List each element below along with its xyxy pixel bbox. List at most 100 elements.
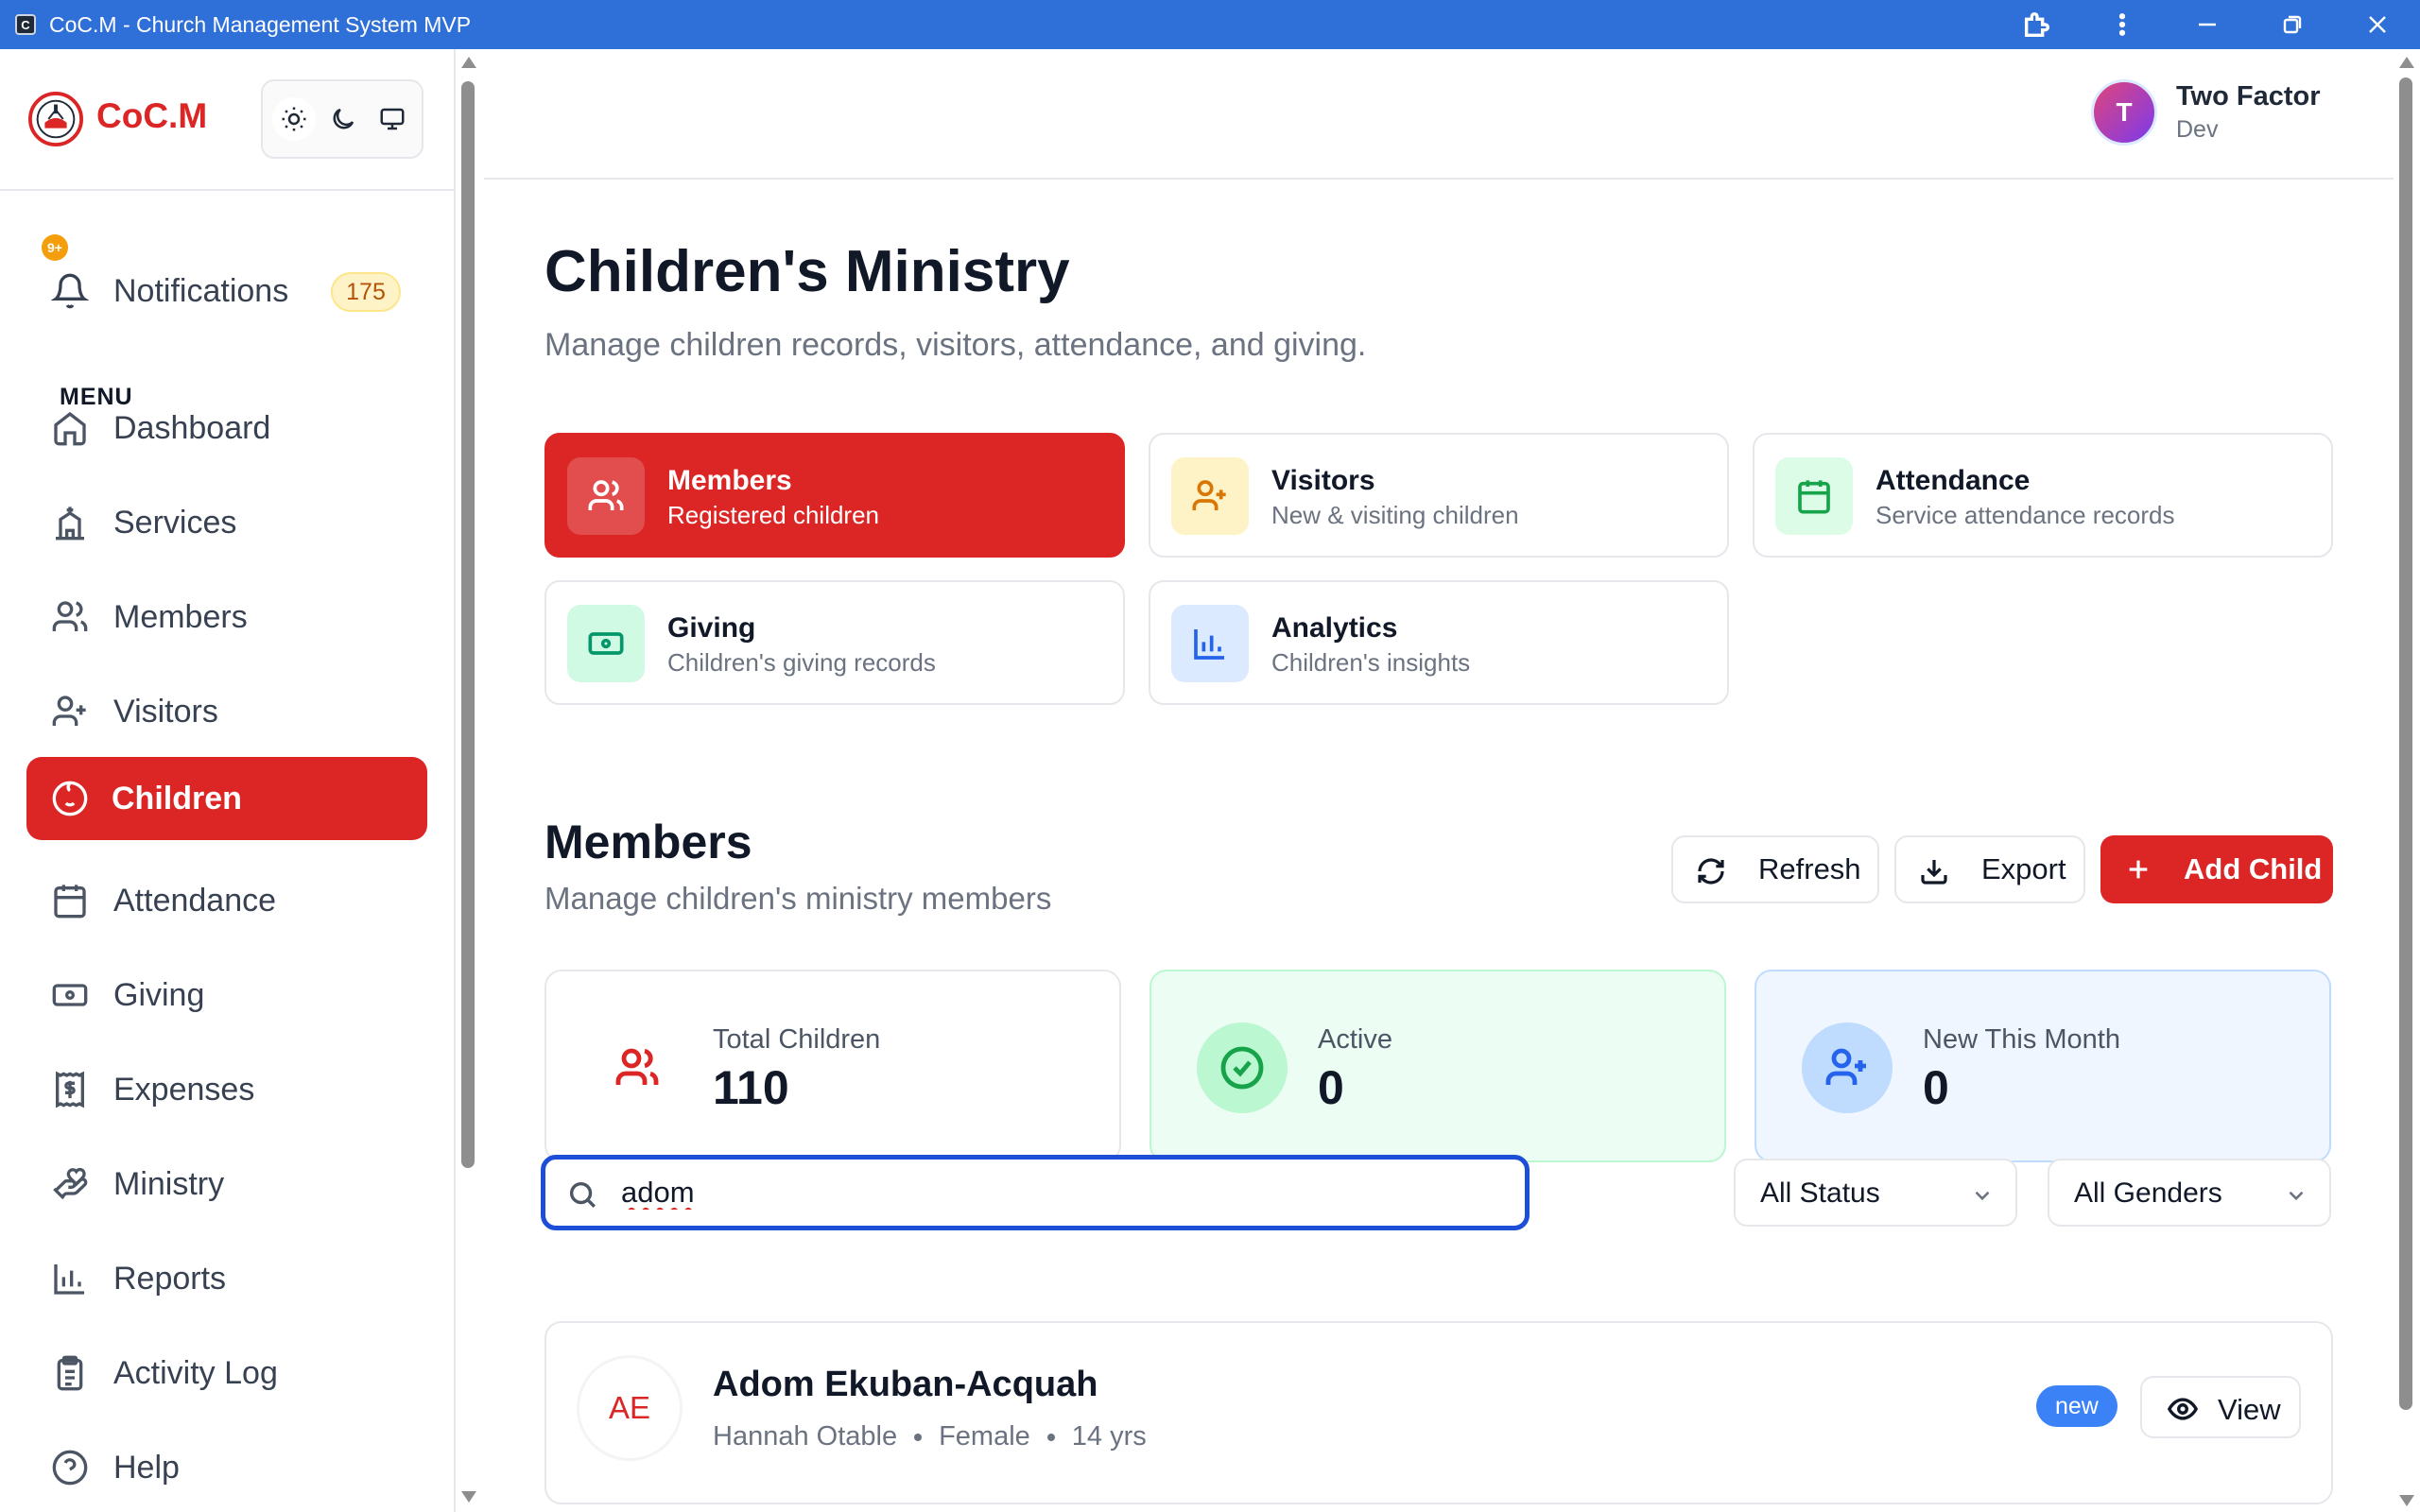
scroll-down-arrow[interactable]: [2399, 1495, 2414, 1506]
church-logo: [28, 92, 83, 146]
bar-chart-icon: [51, 1260, 89, 1297]
tile-title: Giving: [667, 612, 756, 644]
banknote-icon: [567, 605, 645, 682]
sidebar-header: CoC.M: [0, 49, 454, 191]
restore-window-button[interactable]: [2250, 0, 2335, 49]
notifications-label: Notifications: [113, 272, 289, 309]
sidebar-item-help[interactable]: Help: [26, 1426, 427, 1509]
add-child-button[interactable]: Add Child: [2100, 835, 2333, 903]
eye-icon: [2167, 1393, 2199, 1425]
light-mode-icon[interactable]: [272, 97, 316, 141]
sidebar-scrollbar[interactable]: [459, 49, 478, 1512]
user-plus-icon: [1802, 1022, 1893, 1113]
users-icon: [51, 598, 89, 636]
sidebar-item-label: Reports: [113, 1260, 227, 1297]
stat-label: Total Children: [713, 1024, 881, 1055]
child-meta: Hannah Otable Female 14 yrs: [713, 1421, 1147, 1452]
calendar-icon: [1775, 457, 1853, 535]
sidebar-item-activity-log[interactable]: Activity Log: [26, 1332, 427, 1415]
refresh-button[interactable]: Refresh: [1671, 835, 1879, 903]
more-options-icon[interactable]: [2080, 0, 2165, 49]
child-age: 14 yrs: [1071, 1421, 1147, 1452]
search-input[interactable]: [621, 1171, 1472, 1214]
view-button[interactable]: View: [2140, 1376, 2301, 1438]
sidebar-item-label: Giving: [113, 976, 205, 1013]
users-icon: [592, 1022, 683, 1113]
calendar-icon: [51, 882, 89, 919]
stat-card-total-children: Total Children 110: [544, 970, 1121, 1162]
bell-icon: [50, 272, 90, 310]
refresh-icon: [1696, 856, 1726, 886]
sidebar-item-visitors[interactable]: Visitors: [26, 670, 427, 753]
sidebar-item-label: Visitors: [113, 693, 218, 730]
sidebar-item-ministry[interactable]: Ministry: [26, 1143, 427, 1226]
page-subtitle: Manage children records, visitors, atten…: [544, 327, 1367, 363]
users-icon: [567, 457, 645, 535]
stat-label: New This Month: [1923, 1024, 2120, 1055]
child-gender: Female: [939, 1421, 1030, 1452]
user-menu[interactable]: T Two Factor Dev: [2091, 79, 2321, 146]
sidebar-item-label: Dashboard: [113, 409, 271, 446]
tab-visitors[interactable]: Visitors New & visiting children: [1149, 433, 1729, 558]
chevron-down-icon: [1970, 1183, 1995, 1208]
tile-title: Visitors: [1271, 465, 1375, 496]
sidebar-item-giving[interactable]: Giving: [26, 954, 427, 1037]
gender-filter-select[interactable]: All Genders: [2048, 1159, 2331, 1227]
sidebar-item-reports[interactable]: Reports: [26, 1237, 427, 1320]
scrollbar-thumb[interactable]: [461, 81, 475, 1168]
tile-title: Attendance: [1876, 465, 2031, 496]
refresh-label: Refresh: [1758, 852, 1861, 885]
section-subtitle: Manage children's ministry members: [544, 881, 1052, 916]
tab-attendance[interactable]: Attendance Service attendance records: [1753, 433, 2333, 558]
close-window-button[interactable]: [2335, 0, 2420, 49]
user-role: Dev: [2176, 116, 2219, 143]
system-mode-icon[interactable]: [371, 97, 414, 141]
status-filter-select[interactable]: All Status: [1734, 1159, 2017, 1227]
sidebar-item-label: Children: [112, 780, 242, 816]
export-button[interactable]: Export: [1894, 835, 2085, 903]
scroll-down-arrow[interactable]: [461, 1491, 476, 1503]
minimize-window-button[interactable]: [2165, 0, 2250, 49]
status-filter-value: All Status: [1760, 1177, 1880, 1209]
tile-title: Members: [667, 465, 792, 496]
sidebar-item-services[interactable]: Services: [26, 481, 427, 564]
scrollbar-thumb[interactable]: [2399, 77, 2412, 1410]
stat-value: 0: [1318, 1061, 1344, 1114]
separator-dot: [1046, 1433, 1055, 1441]
sidebar-item-members[interactable]: Members: [26, 576, 427, 659]
sidebar-item-expenses[interactable]: Expenses: [26, 1048, 427, 1131]
stat-card-active: Active 0: [1150, 970, 1726, 1162]
church-icon: [51, 504, 89, 541]
sidebar-item-children[interactable]: Children: [26, 757, 427, 840]
dark-mode-icon[interactable]: [321, 97, 365, 141]
sidebar-item-label: Activity Log: [113, 1354, 278, 1391]
notifications-link[interactable]: Notifications 175: [50, 265, 410, 318]
scroll-up-arrow[interactable]: [2399, 57, 2414, 68]
plus-icon: [2123, 854, 2153, 885]
export-label: Export: [1981, 852, 2066, 885]
baby-icon: [51, 780, 89, 817]
tab-giving[interactable]: Giving Children's giving records: [544, 580, 1125, 705]
tab-members[interactable]: Members Registered children: [544, 433, 1125, 558]
sidebar-item-label: Ministry: [113, 1165, 225, 1202]
list-item[interactable]: AE Adom Ekuban-Acquah Hannah Otable Fema…: [544, 1321, 2333, 1504]
download-icon: [1919, 856, 1949, 886]
scroll-up-arrow[interactable]: [461, 57, 476, 68]
tile-subtitle: New & visiting children: [1271, 501, 1519, 529]
extensions-icon[interactable]: [1995, 0, 2080, 49]
sidebar-item-label: Expenses: [113, 1071, 255, 1108]
sidebar-item-attendance[interactable]: Attendance: [26, 859, 427, 942]
sidebar-item-dashboard[interactable]: Dashboard: [26, 387, 427, 470]
receipt-icon: [51, 1071, 89, 1108]
avatar: T: [2091, 79, 2157, 146]
check-circle-icon: [1197, 1022, 1288, 1113]
status-badge: new: [2036, 1385, 2118, 1427]
user-plus-icon: [51, 693, 89, 730]
window-titlebar: C CoC.M - Church Management System MVP: [0, 0, 2420, 49]
page-title: Children's Ministry: [544, 239, 1070, 304]
main-scrollbar[interactable]: [2394, 49, 2420, 1512]
avatar: AE: [577, 1355, 683, 1461]
tab-analytics[interactable]: Analytics Children's insights: [1149, 580, 1729, 705]
section-title: Members: [544, 816, 752, 868]
tile-subtitle: Children's insights: [1271, 648, 1471, 677]
